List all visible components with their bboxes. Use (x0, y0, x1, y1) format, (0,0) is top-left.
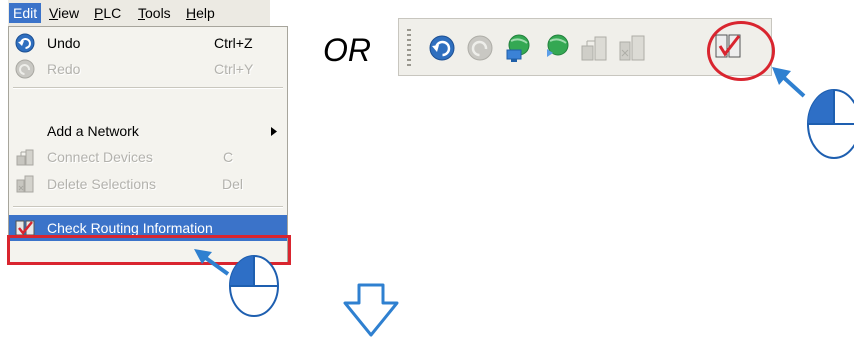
menu-item-redo[interactable]: Redo Ctrl+Y (9, 57, 287, 81)
menu-separator (13, 206, 283, 208)
click-indicator-menu (194, 249, 279, 317)
submenu-arrow-icon (271, 127, 277, 136)
edit-dropdown-menu: Undo Ctrl+Z Redo Ctrl+Y Add a Network Co… (8, 26, 288, 264)
connect-devices-icon (16, 149, 34, 166)
menu-plc[interactable]: PLC (90, 3, 125, 23)
delete-selections-icon (16, 175, 34, 193)
undo-icon (15, 33, 35, 53)
click-indicator-toolbar (772, 67, 854, 159)
menu-item-connect-devices[interactable]: Connect Devices C (9, 145, 287, 169)
menu-separator (13, 87, 283, 89)
menu-item-delete-selections[interactable]: Delete Selections Del (9, 172, 287, 196)
down-arrow-icon (343, 283, 399, 337)
network-icon[interactable] (501, 31, 535, 65)
menu-bar: Edit View PLC Tools Help (8, 0, 270, 27)
mouse-left-click-icon (807, 89, 854, 159)
check-routing-label: Check Routing Information (47, 220, 213, 236)
mouse-left-click-icon (229, 255, 279, 317)
delete-selections-icon[interactable] (615, 31, 649, 65)
or-label: OR (323, 32, 371, 68)
network-add-icon[interactable] (539, 31, 573, 65)
redo-icon[interactable] (463, 31, 497, 65)
connect-devices-icon[interactable] (577, 31, 611, 65)
menu-item-undo[interactable]: Undo Ctrl+Z (9, 31, 287, 55)
connect-devices-label: Connect Devices (47, 149, 153, 165)
redo-shortcut: Ctrl+Y (214, 61, 254, 77)
redo-label: Redo (47, 61, 81, 77)
menu-item-add-network[interactable]: Add a Network (9, 119, 287, 143)
toolbar-grip[interactable] (407, 29, 411, 67)
redo-icon (15, 59, 35, 79)
undo-shortcut: Ctrl+Z (214, 35, 253, 51)
undo-icon[interactable] (425, 31, 459, 65)
undo-label: Undo (47, 35, 81, 51)
menu-view[interactable]: View (45, 3, 83, 23)
delete-selections-label: Delete Selections (47, 176, 156, 192)
add-network-label: Add a Network (47, 123, 139, 139)
pointer-arrow-icon (772, 67, 806, 98)
delete-selections-shortcut: Del (222, 176, 244, 192)
menu-help[interactable]: Help (182, 3, 219, 23)
menu-edit[interactable]: Edit (9, 3, 42, 23)
pointer-arrow-icon (194, 249, 230, 276)
connect-devices-shortcut: C (223, 149, 234, 165)
menu-tools[interactable]: Tools (134, 3, 175, 23)
